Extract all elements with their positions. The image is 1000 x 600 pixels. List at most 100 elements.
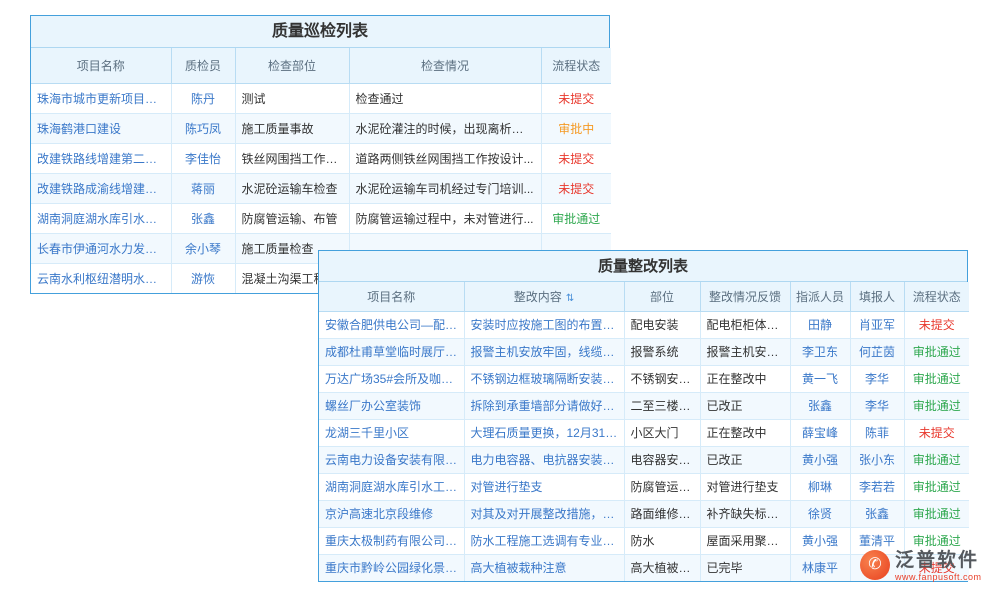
reporter-cell: 张鑫 [850,500,904,527]
project-name-cell[interactable]: 螺丝厂办公室装饰 [319,392,464,419]
rectify-content-cell: 安装时应按施工图的布置，将... [464,311,624,338]
inspector-cell: 余小琴 [171,233,235,263]
inspect-part-cell: 水泥砼运输车检查 [235,173,349,203]
table-row: 云南电力设备安装有限公司20...电力电容器、电抗器安装方案,...电容器安装.… [319,446,969,473]
project-name-cell[interactable]: 湖南洞庭湖水库引水工... [31,203,171,233]
column-header-assignee-cell[interactable]: 指派人员 [790,282,850,311]
assignee-cell: 柳琳 [790,473,850,500]
project-name-cell[interactable]: 珠海鹤港口建设 [31,113,171,143]
assignee-cell: 张鑫 [790,392,850,419]
status-cell: 未提交 [541,143,611,173]
project-name-cell[interactable]: 长春市伊通河水力发电... [31,233,171,263]
inspector-cell: 陈巧凤 [171,113,235,143]
inspector-cell: 游恢 [171,263,235,293]
inspector-cell: 张鑫 [171,203,235,233]
column-header-rectify-content-cell[interactable]: 整改内容 ⇅ [464,282,624,311]
project-name-cell[interactable]: 云南电力设备安装有限公司20... [319,446,464,473]
project-name-cell[interactable]: 万达广场35#会所及咖啡厅空... [319,365,464,392]
column-header-label: 填报人 [859,290,895,304]
inspection-panel-title: 质量巡检列表 [31,16,609,48]
project-name-cell[interactable]: 京沪高速北京段维修 [319,500,464,527]
column-header-inspect-part-cell[interactable]: 检查部位 [235,48,349,83]
table-row: 珠海市城市更新项目紫...陈丹测试检查通过未提交 [31,83,611,113]
feedback-cell: 已改正 [700,392,790,419]
column-header-inspect-detail-cell[interactable]: 检查情况 [349,48,541,83]
rectify-content-cell: 对其及对开展整改措施，桥头... [464,500,624,527]
project-name-cell[interactable]: 安徽合肥供电公司—配电设备... [319,311,464,338]
project-name-cell[interactable]: 云南水利枢纽潜明水库... [31,263,171,293]
project-name-cell[interactable]: 重庆市黔岭公园绿化景观提升... [319,554,464,581]
column-header-part-cell[interactable]: 部位 [624,282,700,311]
column-header-label: 流程状态 [552,59,600,73]
inspect-detail-cell: 道路两侧铁丝网围挡工作按设计... [349,143,541,173]
project-name-cell[interactable]: 改建铁路成渝线增建第... [31,173,171,203]
feedback-cell: 补齐缺失标志... [700,500,790,527]
feedback-cell: 配电柜柜体与... [700,311,790,338]
part-cell: 防水 [624,527,700,554]
inspect-part-cell: 铁丝网围挡工作检查 [235,143,349,173]
part-cell: 电容器安装... [624,446,700,473]
reporter-cell: 陈菲 [850,419,904,446]
sort-icon[interactable]: ⇅ [566,293,574,304]
column-header-label: 项目名称 [367,290,415,304]
column-header-feedback-cell[interactable]: 整改情况反馈 [700,282,790,311]
column-header-inspector-cell[interactable]: 质检员 [171,48,235,83]
status-cell: 审批通过 [904,365,969,392]
project-name-cell[interactable]: 湖南洞庭湖水库引水工程施工... [319,473,464,500]
status-cell: 审批通过 [904,392,969,419]
column-header-project-name-cell[interactable]: 项目名称 [31,48,171,83]
rectify-content-cell: 对管进行垫支 [464,473,624,500]
inspect-detail-cell: 防腐管运输过程中，未对管进行... [349,203,541,233]
table-row: 京沪高速北京段维修对其及对开展整改措施，桥头...路面维修检...补齐缺失标志.… [319,500,969,527]
assignee-cell: 薛宝峰 [790,419,850,446]
feedback-cell: 已完毕 [700,554,790,581]
status-cell: 审批中 [541,113,611,143]
feedback-cell: 正在整改中 [700,365,790,392]
rectify-content-cell: 防水工程施工选调有专业资质... [464,527,624,554]
table-row: 安徽合肥供电公司—配电设备...安装时应按施工图的布置，将...配电安装配电柜柜… [319,311,969,338]
part-cell: 不锈钢安装... [624,365,700,392]
column-header-project-name-cell[interactable]: 项目名称 [319,282,464,311]
status-cell: 未提交 [541,173,611,203]
part-cell: 防腐管运输... [624,473,700,500]
table-row: 珠海鹤港口建设陈巧凤施工质量事故水泥砼灌注的时候，出现离析现象审批中 [31,113,611,143]
inspect-detail-cell: 水泥砼运输车司机经过专门培训... [349,173,541,203]
part-cell: 高大植被栽种 [624,554,700,581]
logo-url: www.fanpusoft.com [895,572,982,582]
reporter-cell: 何芷茵 [850,338,904,365]
project-name-cell[interactable]: 成都杜甫草堂临时展厅独立展... [319,338,464,365]
inspector-cell: 蒋丽 [171,173,235,203]
status-cell: 未提交 [541,83,611,113]
column-header-label: 整改内容 [514,290,562,304]
status-cell: 未提交 [904,419,969,446]
column-header-status-cell[interactable]: 流程状态 [541,48,611,83]
status-cell: 审批通过 [541,203,611,233]
table-row: 成都杜甫草堂临时展厅独立展...报警主机安放牢固，线缆连接...报警系统报警主机… [319,338,969,365]
rectification-table-header: 项目名称 整改内容 ⇅ 部位整改情况反馈指派人员填报人流程状态 [319,282,969,311]
feedback-cell: 屋面采用聚氨... [700,527,790,554]
inspect-part-cell: 测试 [235,83,349,113]
column-header-label: 检查情况 [421,59,469,73]
column-header-label: 质检员 [185,59,221,73]
column-header-status-cell[interactable]: 流程状态 [904,282,969,311]
table-row: 湖南洞庭湖水库引水工程施工...对管进行垫支防腐管运输...对管进行垫支柳琳李若… [319,473,969,500]
fanpu-logo: ✆ 泛普软件 www.fanpusoft.com [860,550,982,582]
project-name-cell[interactable]: 珠海市城市更新项目紫... [31,83,171,113]
inspector-cell: 陈丹 [171,83,235,113]
column-header-label: 项目名称 [77,59,125,73]
rectify-content-cell: 电力电容器、电抗器安装方案,... [464,446,624,473]
part-cell: 小区大门 [624,419,700,446]
project-name-cell[interactable]: 重庆太极制药有限公司亳州中... [319,527,464,554]
feedback-cell: 对管进行垫支 [700,473,790,500]
column-header-reporter-cell[interactable]: 填报人 [850,282,904,311]
project-name-cell[interactable]: 改建铁路线增建第二线... [31,143,171,173]
assignee-cell: 黄小强 [790,527,850,554]
inspect-part-cell: 施工质量事故 [235,113,349,143]
project-name-cell[interactable]: 龙湖三千里小区 [319,419,464,446]
header-row: 项目名称 整改内容 ⇅ 部位整改情况反馈指派人员填报人流程状态 [319,282,969,311]
reporter-cell: 张小东 [850,446,904,473]
assignee-cell: 黄小强 [790,446,850,473]
assignee-cell: 黄一飞 [790,365,850,392]
status-cell: 审批通过 [904,338,969,365]
inspect-detail-cell: 水泥砼灌注的时候，出现离析现象 [349,113,541,143]
